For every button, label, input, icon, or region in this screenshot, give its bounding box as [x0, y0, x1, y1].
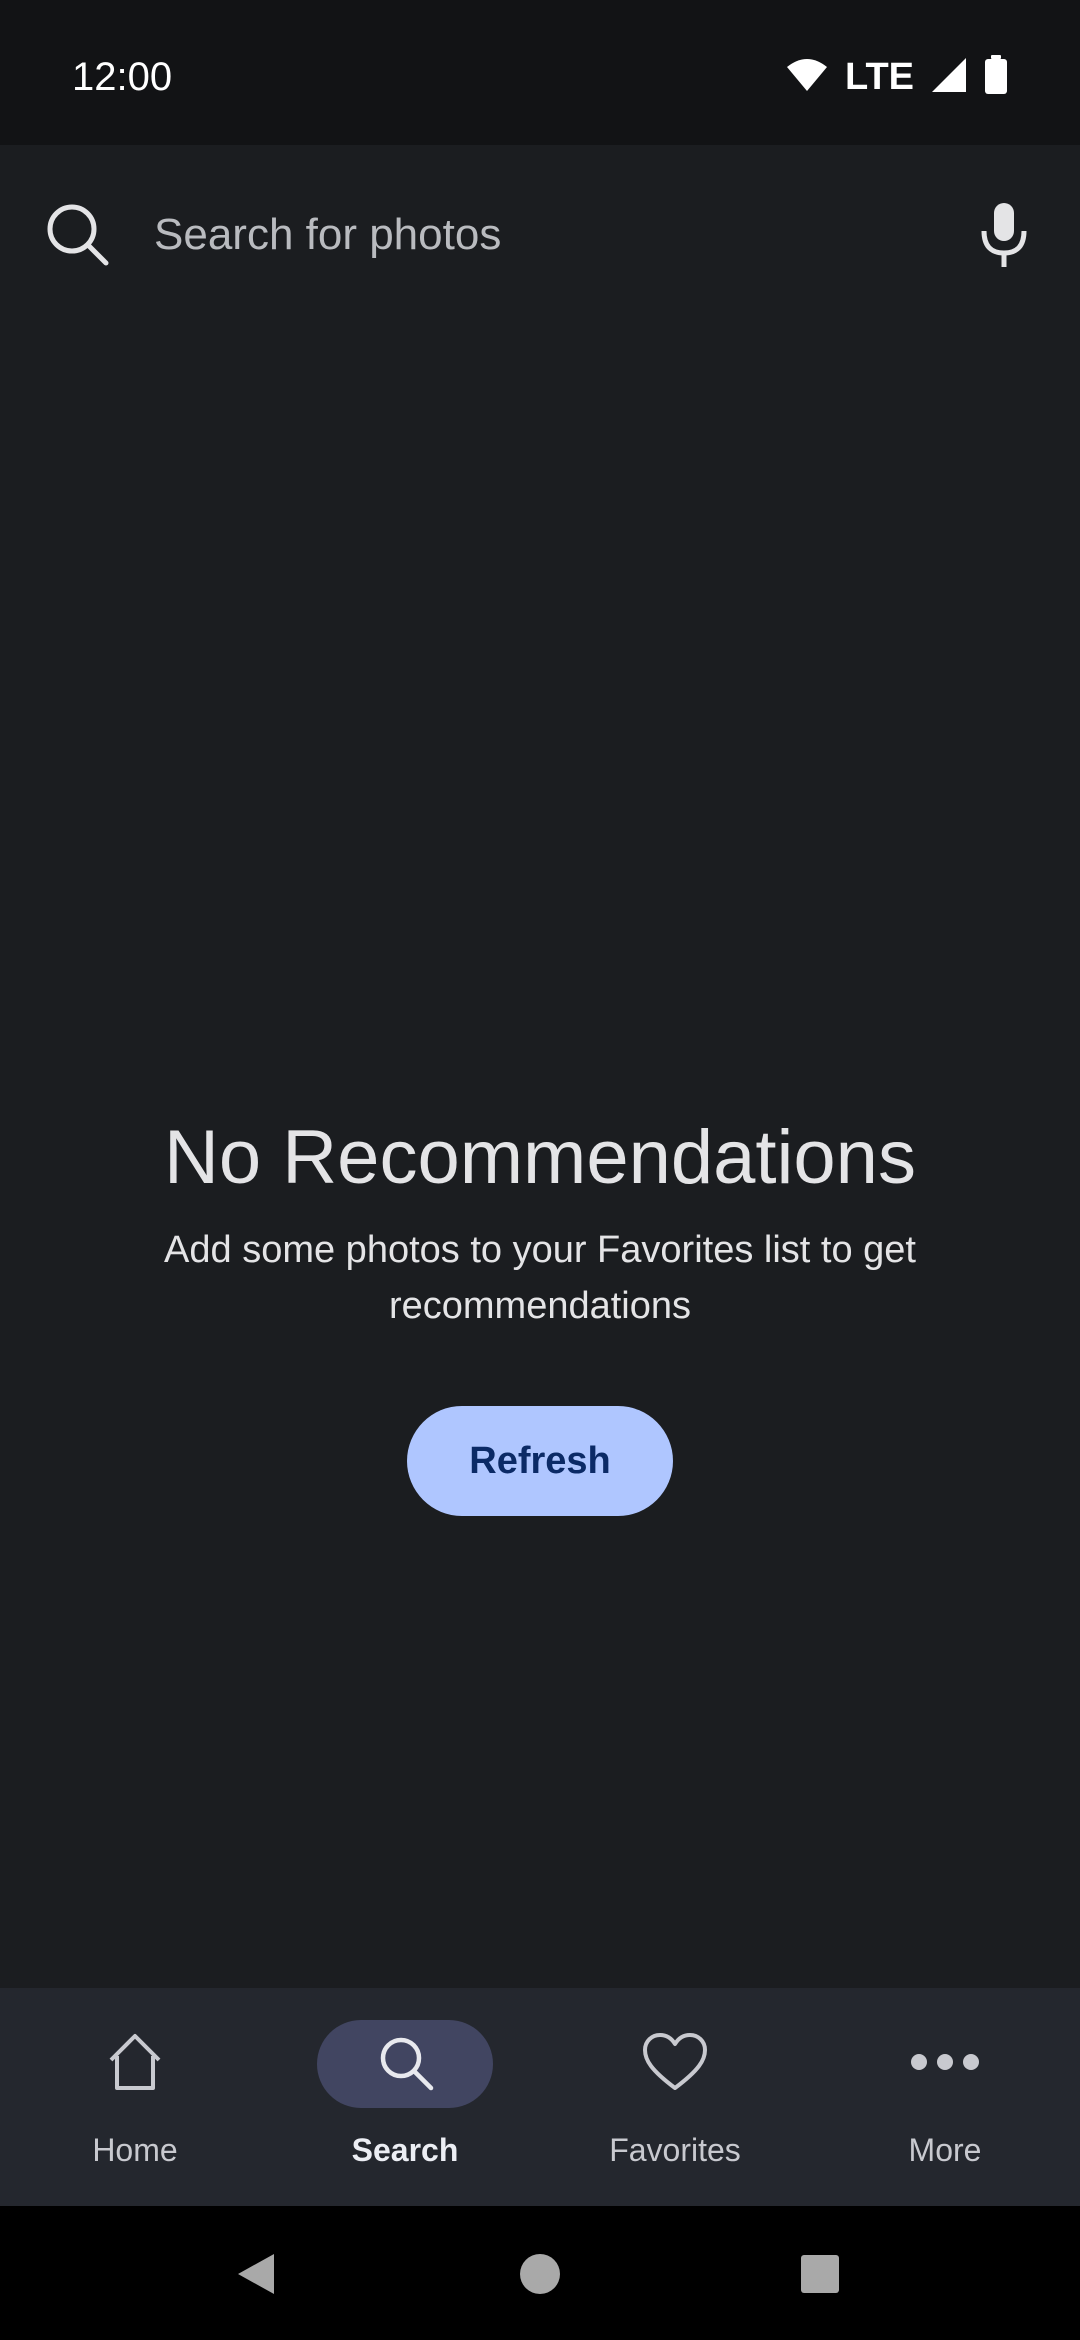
nav-icon-container	[47, 2020, 223, 2108]
network-type: LTE	[845, 56, 914, 98]
signal-icon	[930, 56, 968, 99]
battery-icon	[984, 54, 1008, 100]
status-bar: 12:00 LTE	[0, 0, 1080, 145]
empty-state-message: Add some photos to your Favorites list t…	[164, 1229, 916, 1327]
nav-icon-container	[857, 2020, 1033, 2108]
refresh-button[interactable]: Refresh	[407, 1406, 673, 1516]
nav-item-home[interactable]: Home	[0, 1988, 270, 2206]
home-icon	[105, 2032, 165, 2097]
bottom-navigation: Home Search Favorites More	[0, 1988, 1080, 2206]
recents-icon[interactable]	[788, 2242, 852, 2306]
nav-label-search: Search	[351, 2132, 459, 2168]
status-icons: LTE	[785, 52, 1008, 102]
search-bar	[0, 145, 1080, 325]
back-icon[interactable]	[224, 2242, 288, 2306]
app-screen: 12:00 LTE Search for photos No Recommend…	[0, 0, 1080, 2340]
heart-icon	[641, 2032, 709, 2097]
nav-item-more[interactable]: More	[810, 1988, 1080, 2206]
nav-item-search[interactable]: Search	[270, 1988, 540, 2206]
system-navigation-bar	[0, 2206, 1080, 2340]
nav-label-home: Home	[92, 2132, 178, 2168]
status-time: 12:00	[72, 55, 173, 99]
wifi-icon	[785, 57, 829, 98]
nav-label-favorites: Favorites	[609, 2132, 741, 2168]
search-input[interactable]	[154, 205, 934, 265]
nav-icon-container	[587, 2020, 763, 2108]
home-circle-icon[interactable]	[508, 2242, 572, 2306]
nav-label-more: More	[908, 2132, 982, 2168]
search-icon[interactable]	[44, 201, 112, 269]
empty-state-title: No Recommendations	[164, 1115, 916, 1200]
nav-item-favorites[interactable]: Favorites	[540, 1988, 810, 2206]
search-icon	[375, 2032, 435, 2097]
nav-active-indicator	[317, 2020, 493, 2108]
more-horizontal-icon	[909, 2052, 981, 2077]
microphone-icon[interactable]	[976, 201, 1032, 269]
